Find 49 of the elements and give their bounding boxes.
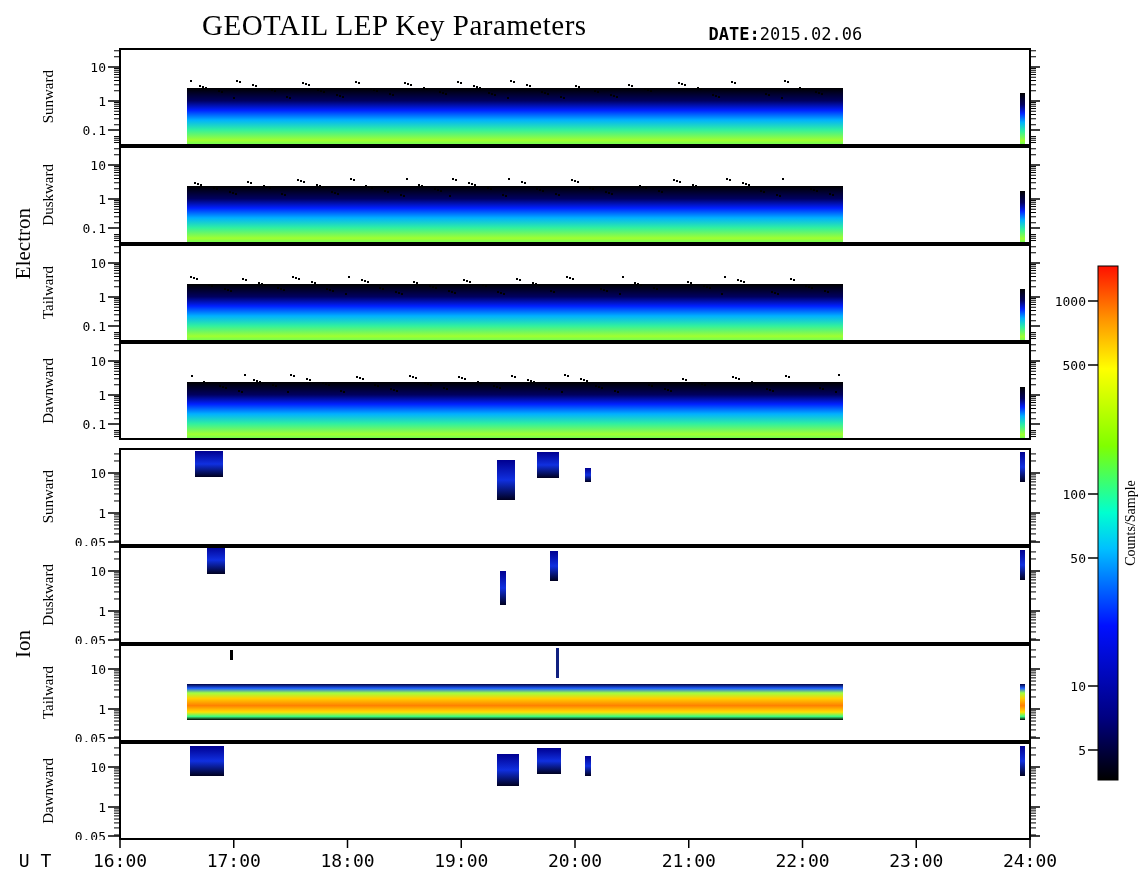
y-tick-label: 1 <box>98 290 106 305</box>
y-tick-label: 10 <box>90 158 106 173</box>
color-scale-title: Counts/Sample <box>1123 480 1138 566</box>
x-tick-label: 16:00 <box>92 850 148 871</box>
x-tick-label: 19:00 <box>434 850 489 871</box>
color-scale-label: 1000 <box>1054 294 1086 309</box>
plot-title: GEOTAIL LEP Key Parameters <box>202 11 587 43</box>
x-tick-label: 22:00 <box>775 850 830 871</box>
x-tick-label: 17:00 <box>206 850 261 871</box>
y-tick-label: 10 <box>90 564 106 579</box>
y-tick-label: 1 <box>98 192 106 207</box>
direction-label: Duskward <box>39 164 57 226</box>
y-tick-label: 10 <box>90 60 106 75</box>
y-tick-label: 10 <box>90 662 106 677</box>
y-tick-label: 1 <box>98 800 106 815</box>
x-tick-label: 20:00 <box>547 850 603 871</box>
y-tick-label: 1 <box>98 94 106 109</box>
color-scale-label: 50 <box>1070 551 1086 566</box>
y-tick-label: 1 <box>98 702 106 717</box>
y-tick-label: 1 <box>98 506 106 521</box>
x-tick-label: 21:00 <box>661 850 716 871</box>
x-tick-label: 23:00 <box>889 850 944 871</box>
direction-label: Duskward <box>39 564 57 626</box>
direction-label: Sunward <box>39 470 57 524</box>
y-tick-label: 0.1 <box>82 417 106 432</box>
y-tick-label: 10 <box>90 466 106 481</box>
date-label: DATE:2015.02.06 <box>708 24 863 44</box>
species-label: Electron <box>10 208 36 280</box>
time-axis-label: U T <box>17 849 53 871</box>
color-scale-label: 5 <box>1078 743 1086 758</box>
y-tick-label: 0.1 <box>82 123 106 138</box>
species-label: Ion <box>10 630 36 658</box>
y-tick-label: 0.1 <box>82 221 106 236</box>
x-tick-label: 24:00 <box>1002 850 1058 871</box>
color-scale-label: 10 <box>1070 679 1086 694</box>
direction-label: Dawnward <box>39 358 57 424</box>
y-tick-label: 0.1 <box>82 319 106 334</box>
direction-label: Tailward <box>39 666 57 720</box>
direction-label: Sunward <box>39 70 57 124</box>
y-tick-label: 1 <box>98 388 106 403</box>
y-tick-label: 10 <box>90 354 106 369</box>
direction-label: Dawnward <box>39 758 57 824</box>
x-tick-label: 18:00 <box>320 850 375 871</box>
color-scale-label: 500 <box>1062 358 1086 373</box>
y-tick-label: 10 <box>90 256 106 271</box>
color-scale-label: 100 <box>1062 487 1086 502</box>
y-tick-label: 1 <box>98 604 106 619</box>
direction-label: Tailward <box>39 266 57 320</box>
y-tick-label: 10 <box>90 760 106 775</box>
